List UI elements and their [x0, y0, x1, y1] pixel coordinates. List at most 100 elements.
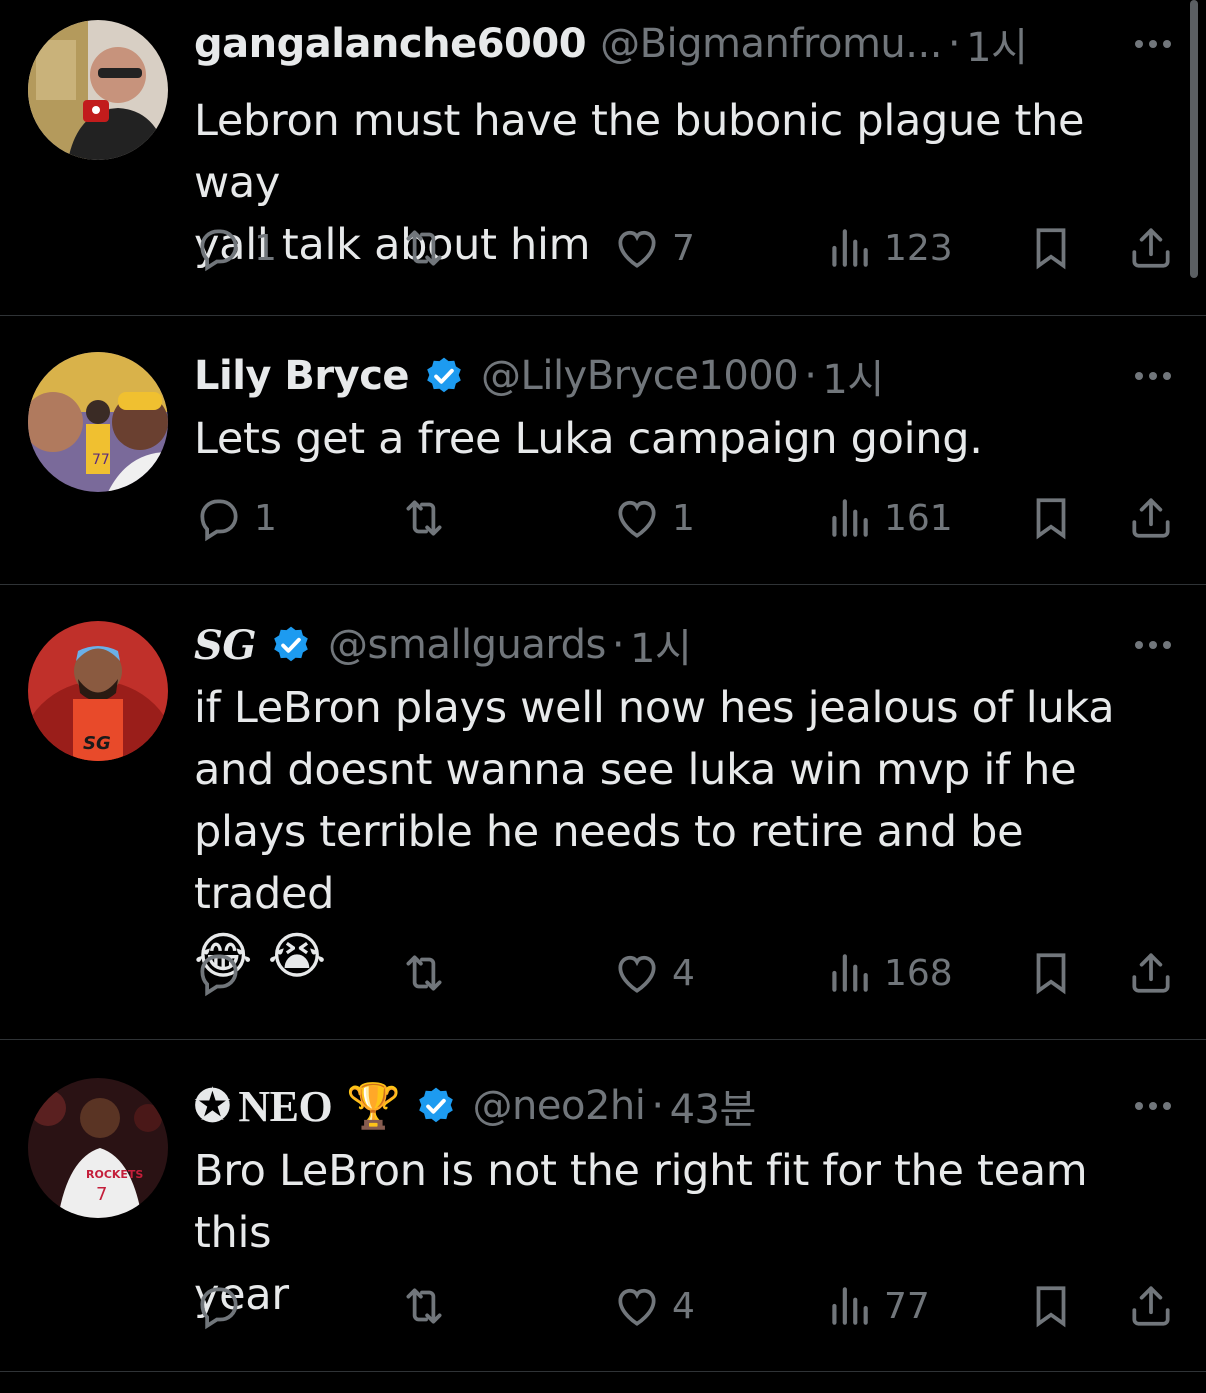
tweet-header: Lily Bryce @LilyBryce1000 · 1시 [194, 346, 1176, 406]
separator: · [947, 21, 961, 67]
like-button[interactable]: 7 [612, 218, 695, 278]
like-count: 1 [672, 497, 695, 539]
tweet-text-line: plays terrible he needs to retire and be… [194, 807, 1024, 919]
svg-text:7: 7 [96, 1184, 107, 1205]
more-icon[interactable] [1130, 346, 1176, 406]
bookmark-icon [1036, 1286, 1066, 1328]
user-handle[interactable]: @smallguards [328, 622, 606, 668]
like-button[interactable]: 1 [612, 488, 695, 548]
tweet-actions: 1 1 161 [194, 488, 1184, 548]
like-count: 7 [672, 227, 695, 269]
reply-button[interactable]: 1 [194, 488, 277, 548]
tweet[interactable]: gangalanche6000 @Bigmanfromu... · 1시 Leb… [0, 0, 1206, 316]
views-button[interactable]: 161 [824, 488, 953, 548]
separator: · [611, 622, 625, 668]
avatar[interactable] [28, 20, 168, 160]
user-handle[interactable]: @Bigmanfromu... [600, 21, 942, 67]
tweet-text-line: if LeBron plays well now hes jealous of … [194, 683, 1115, 733]
like-count: 4 [672, 1285, 695, 1327]
svg-text:77: 77 [92, 452, 110, 468]
more-icon[interactable] [1130, 1076, 1176, 1136]
tweet-header: SG @smallguards · 1시 [194, 615, 1176, 675]
reply-button[interactable]: 1 [194, 218, 277, 278]
view-count: 123 [884, 227, 953, 269]
display-name[interactable]: NEO [238, 1081, 332, 1132]
timestamp[interactable]: 1시 [630, 616, 692, 674]
reply-button[interactable] [194, 943, 244, 1003]
bookmark-button[interactable] [1026, 943, 1076, 1003]
more-icon[interactable] [1130, 14, 1176, 74]
reply-button[interactable] [194, 1276, 244, 1336]
share-button[interactable] [1126, 488, 1176, 548]
tweet-actions: 4 168 [194, 943, 1184, 1003]
reply-icon [200, 499, 238, 542]
timestamp[interactable]: 1시 [966, 15, 1028, 73]
share-button[interactable] [1126, 218, 1176, 278]
user-handle[interactable]: @LilyBryce1000 [481, 353, 799, 399]
display-name[interactable]: gangalanche6000 [194, 21, 587, 67]
name-prefix-icon: ✪ [194, 1081, 231, 1131]
share-button[interactable] [1126, 1276, 1176, 1336]
tweet-text-line: Bro LeBron is not the right fit for the … [194, 1146, 1088, 1258]
retweet-icon [406, 1288, 442, 1324]
like-icon [618, 1288, 656, 1326]
view-count: 161 [884, 497, 953, 539]
display-name[interactable]: SG [194, 622, 257, 669]
like-button[interactable]: 4 [612, 1276, 695, 1336]
retweet-icon [406, 230, 442, 266]
separator: · [804, 353, 817, 399]
user-handle[interactable]: @neo2hi [473, 1083, 646, 1129]
views-icon [832, 1287, 868, 1325]
timestamp[interactable]: 1시 [822, 347, 884, 405]
retweet-icon [406, 500, 442, 536]
share-button[interactable] [1126, 943, 1176, 1003]
avatar[interactable]: 77 [28, 352, 168, 492]
reply-icon [200, 1287, 238, 1330]
views-button[interactable]: 77 [824, 1276, 930, 1336]
views-button[interactable]: 168 [824, 943, 953, 1003]
like-icon [618, 500, 656, 538]
avatar[interactable]: SG [28, 621, 168, 761]
tweet-header: gangalanche6000 @Bigmanfromu... · 1시 [194, 14, 1176, 74]
verified-badge-icon [418, 1087, 453, 1123]
scrollbar[interactable] [1190, 0, 1198, 278]
retweet-button[interactable] [399, 1276, 449, 1336]
tweet[interactable]: SG SG @smallguards · 1시 if LeBron plays … [0, 585, 1206, 1040]
tweet[interactable]: ROCKETS 7 ✪ NEO 🏆 @neo2hi · 43분 Bro LeBr… [0, 1040, 1206, 1372]
retweet-button[interactable] [399, 488, 449, 548]
view-count: 77 [884, 1285, 930, 1327]
tweet-header: ✪ NEO 🏆 @neo2hi · 43분 [194, 1076, 1176, 1136]
tweet-actions: 4 77 [194, 1276, 1184, 1336]
verified-badge-icon [427, 357, 461, 393]
bookmark-button[interactable] [1026, 1276, 1076, 1336]
tweet-text-line: and doesnt wanna see luka win mvp if he [194, 745, 1077, 795]
timestamp[interactable]: 43분 [670, 1077, 757, 1135]
bookmark-button[interactable] [1026, 488, 1076, 548]
share-icon [1132, 1286, 1170, 1326]
retweet-button[interactable] [399, 218, 449, 278]
views-icon [832, 954, 868, 992]
retweet-button[interactable] [399, 943, 449, 1003]
bookmark-icon [1036, 228, 1066, 270]
like-icon [618, 230, 656, 268]
tweet[interactable]: 77 Lily Bryce @LilyBryce1000 · 1시 Lets g… [0, 316, 1206, 585]
reply-count: 1 [254, 497, 277, 539]
views-button[interactable]: 123 [824, 218, 953, 278]
tweet-text-line: Lebron must have the bubonic plague the … [194, 96, 1085, 208]
tweet-actions: 1 7 123 [194, 218, 1184, 278]
bookmark-icon [1036, 498, 1066, 540]
like-icon [618, 955, 656, 993]
like-button[interactable]: 4 [612, 943, 695, 1003]
reply-feed: gangalanche6000 @Bigmanfromu... · 1시 Leb… [0, 0, 1206, 1372]
display-name[interactable]: Lily Bryce [194, 353, 410, 399]
views-icon [832, 499, 868, 537]
avatar[interactable]: ROCKETS 7 [28, 1078, 168, 1218]
bookmark-icon [1036, 953, 1066, 995]
more-icon[interactable] [1130, 615, 1176, 675]
views-icon [832, 229, 868, 267]
like-count: 4 [672, 952, 695, 994]
reply-icon [200, 954, 238, 997]
bookmark-button[interactable] [1026, 218, 1076, 278]
trophy-emoji: 🏆 [346, 1081, 401, 1132]
reply-icon [200, 229, 238, 272]
